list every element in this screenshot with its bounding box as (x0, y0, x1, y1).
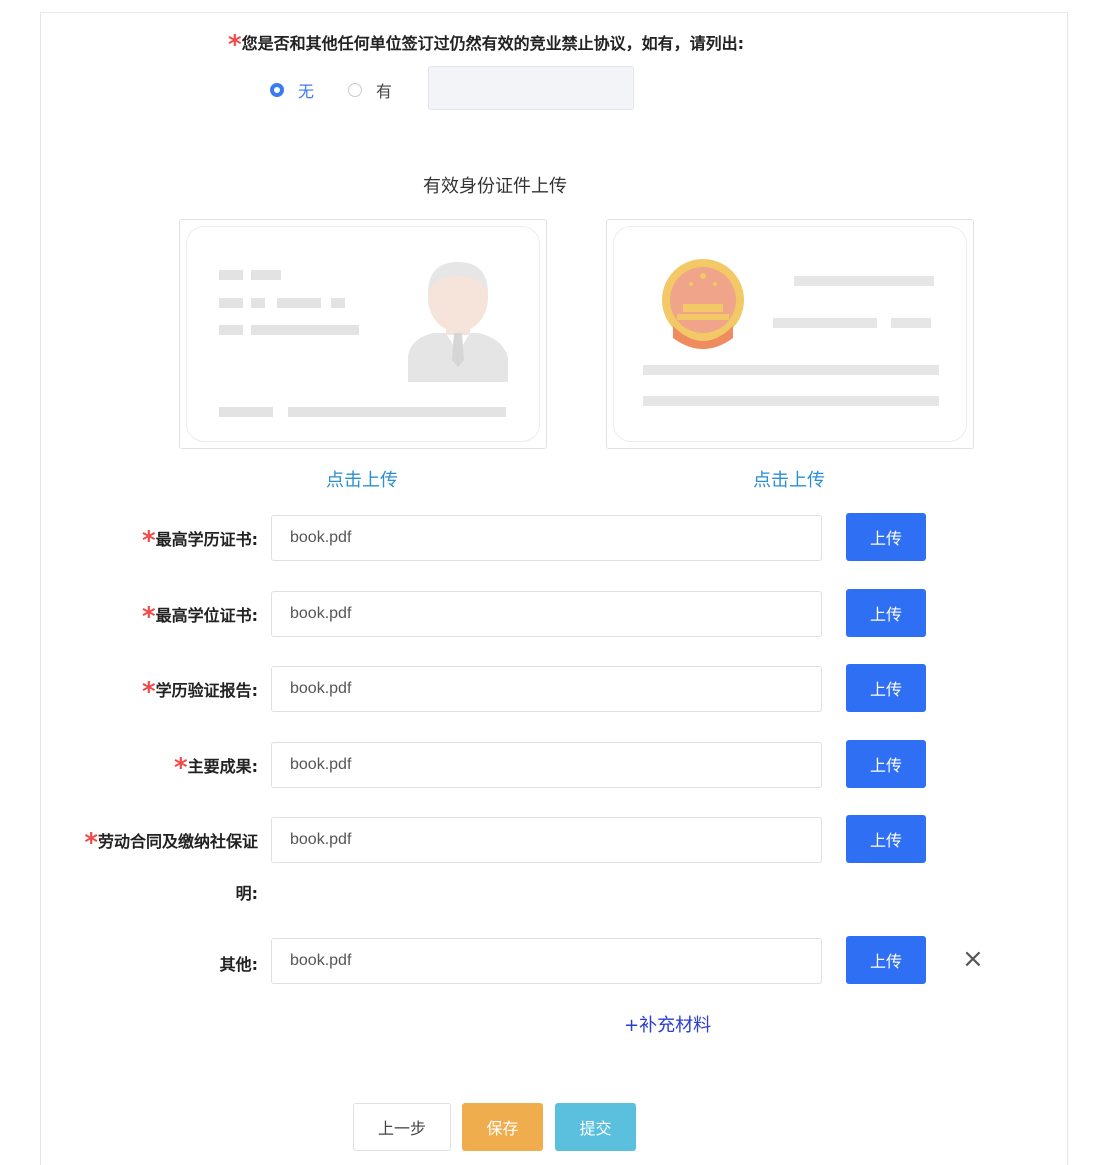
upload-contract-button[interactable]: 上传 (846, 815, 926, 863)
achievements-file-input[interactable] (271, 742, 822, 788)
required-mark: * (141, 602, 156, 632)
field-label-degree: *最高学位证书: (142, 598, 258, 632)
field-label-other: 其他: (219, 955, 258, 974)
id-card-back-upload[interactable] (606, 219, 974, 449)
verification-file-input[interactable] (271, 666, 822, 712)
id-card-front-upload[interactable] (179, 219, 547, 449)
id-upload-title: 有效身份证件上传 (423, 176, 567, 197)
field-label-contract-line2: 明: (235, 884, 258, 903)
required-mark: * (141, 526, 156, 556)
contract-file-input[interactable] (271, 817, 822, 863)
required-mark: * (228, 30, 242, 60)
field-label-verification: *学历验证报告: (142, 673, 258, 707)
radio-option-yes-label: 有 (376, 82, 393, 101)
upload-degree-button[interactable]: 上传 (846, 589, 926, 637)
other-file-input[interactable] (271, 938, 822, 984)
field-label-achievements: *主要成果: (174, 749, 258, 783)
noncompete-question: *您是否和其他任何单位签订过仍然有效的竞业禁止协议，如有，请列出: (228, 26, 745, 60)
field-label-contract-text: 劳动合同及缴纳社保证 (97, 832, 258, 851)
previous-step-button[interactable]: 上一步 (353, 1103, 451, 1151)
upload-verification-button[interactable]: 上传 (846, 664, 926, 712)
radio-option-yes[interactable]: 有 (348, 78, 392, 102)
id-card-front-icon (219, 262, 508, 417)
degree-file-input[interactable] (271, 591, 822, 637)
save-button[interactable]: 保存 (462, 1103, 543, 1151)
field-label-diploma-text: 最高学历证书: (155, 530, 258, 549)
required-mark: * (141, 677, 156, 707)
radio-option-no[interactable]: 无 (270, 78, 314, 102)
noncompete-question-text: 您是否和其他任何单位签订过仍然有效的竞业禁止协议，如有，请列出: (241, 34, 745, 53)
upload-id-back-link[interactable]: 点击上传 (753, 466, 825, 492)
upload-id-front-link[interactable]: 点击上传 (326, 466, 398, 492)
radio-checked-icon (270, 83, 284, 97)
submit-button[interactable]: 提交 (555, 1103, 636, 1151)
add-material-link[interactable]: +补充材料 (624, 1011, 711, 1037)
upload-achievements-button[interactable]: 上传 (846, 740, 926, 788)
national-emblem-icon (643, 259, 939, 406)
field-label-contract: *劳动合同及缴纳社保证 (84, 824, 258, 858)
diploma-file-input[interactable] (271, 515, 822, 561)
remove-other-icon[interactable]: × (962, 946, 984, 972)
upload-other-button[interactable]: 上传 (846, 936, 926, 984)
field-label-diploma: *最高学历证书: (142, 522, 258, 556)
field-label-degree-text: 最高学位证书: (155, 606, 258, 625)
required-mark: * (173, 753, 188, 783)
required-mark: * (84, 828, 98, 858)
upload-diploma-button[interactable]: 上传 (846, 513, 926, 561)
field-label-verification-text: 学历验证报告: (155, 681, 258, 700)
radio-option-no-label: 无 (298, 82, 315, 101)
radio-unchecked-icon (348, 83, 362, 97)
noncompete-detail-input[interactable] (428, 66, 634, 110)
field-label-achievements-text: 主要成果: (187, 757, 258, 776)
